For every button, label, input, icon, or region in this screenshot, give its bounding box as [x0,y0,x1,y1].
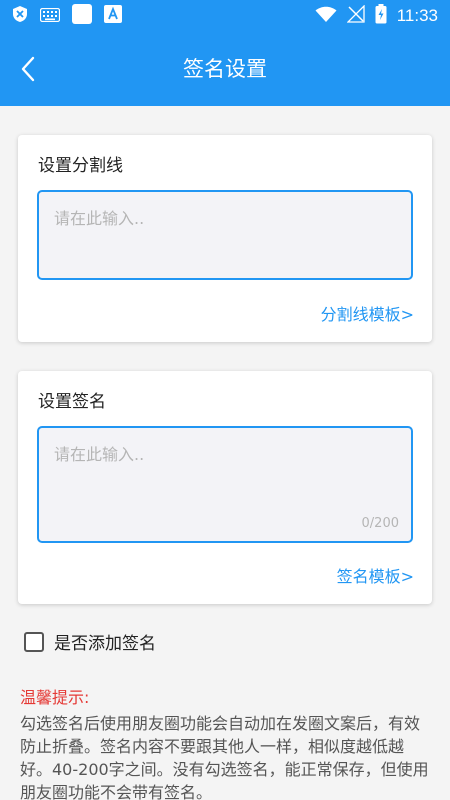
signature-input[interactable] [39,428,411,541]
text-a-icon [104,5,122,27]
divider-input[interactable] [39,192,411,278]
app-bar: 签名设置 [0,32,450,106]
divider-settings-card: 设置分割线 分割线模板> [18,135,432,342]
signature-settings-card: 设置签名 0/200 签名模板> [18,371,432,604]
signature-card-title: 设置签名 [38,392,106,412]
signature-input-wrapper: 0/200 [37,426,413,543]
keyboard-icon [39,7,61,26]
tips-title: 温馨提示: [20,688,90,707]
divider-template-link[interactable]: 分割线模板> [321,301,414,325]
status-right-icons: 11:33 [315,4,438,28]
status-time: 11:33 [396,6,438,25]
page-title: 签名设置 [183,57,267,81]
status-left-icons [12,4,122,28]
app-square-icon [72,4,92,28]
wifi-icon [315,6,337,27]
status-bar: 11:33 [0,0,450,32]
add-signature-checkbox[interactable] [24,631,44,652]
signature-char-counter: 0/200 [361,516,399,531]
shield-icon [12,5,28,27]
tips-body: 勾选签名后使用朋友圈功能会自动加在发圈文案后，有效防止折叠。签名内容不要跟其他人… [20,714,429,800]
divider-card-title: 设置分割线 [38,156,123,176]
divider-input-wrapper [37,190,413,280]
add-signature-label: 是否添加签名 [54,634,156,654]
no-signal-icon [346,4,365,27]
signature-template-link[interactable]: 签名模板> [337,563,414,587]
battery-charging-icon [375,4,387,28]
add-signature-row[interactable]: 是否添加签名 [24,629,156,654]
